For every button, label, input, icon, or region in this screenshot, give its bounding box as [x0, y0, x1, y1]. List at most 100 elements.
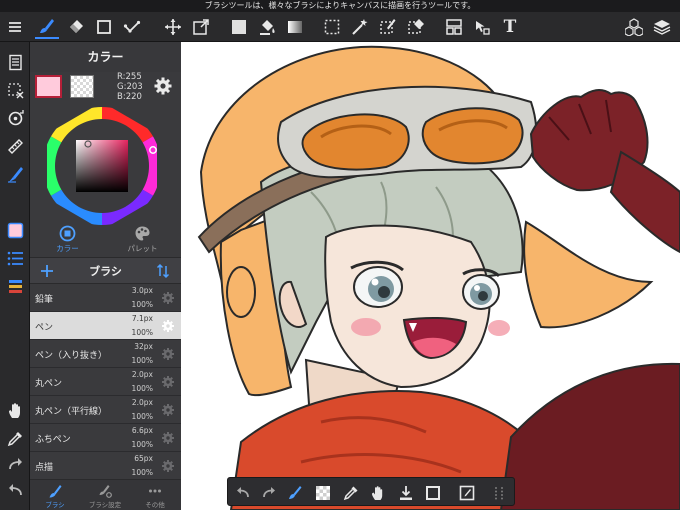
- text-tool-button[interactable]: T: [498, 15, 522, 39]
- brush-tool-button[interactable]: [35, 15, 59, 39]
- fill-color-button[interactable]: [227, 15, 251, 39]
- gradient-tool-button[interactable]: [283, 15, 307, 39]
- quick-shape-button[interactable]: [422, 482, 444, 503]
- color-brush-panel: カラー R:255 G:203 B:220 カラー パレット ブラシ 鉛筆 3.…: [30, 42, 181, 510]
- quick-undo-button[interactable]: [232, 482, 254, 503]
- more-icon: [149, 489, 161, 492]
- tab-color-label: カラー: [56, 244, 79, 253]
- eyedropper-button[interactable]: [3, 426, 27, 450]
- eraser-tool-button[interactable]: [64, 15, 88, 39]
- deselect-icon: [7, 82, 23, 98]
- quick-hand-button[interactable]: [367, 482, 389, 503]
- frame-tool-button[interactable]: [442, 15, 466, 39]
- brush-settings-icon: [99, 484, 112, 498]
- brush-settings-gear-icon[interactable]: [161, 459, 175, 473]
- polyline-icon: [123, 20, 141, 33]
- move-icon: [165, 19, 181, 35]
- brush-opacity: 100%: [131, 468, 153, 477]
- brush-icon: [49, 484, 62, 497]
- quick-eyedropper-button[interactable]: [340, 482, 362, 503]
- primary-color-swatch[interactable]: [35, 75, 62, 98]
- quick-color-swatch[interactable]: [312, 482, 334, 503]
- bucket-icon: [260, 20, 275, 35]
- brush-item-round-pen-parallel[interactable]: 丸ペン（平行線） 2.0px 100%: [30, 396, 181, 424]
- rectangle-tool-button[interactable]: [92, 15, 116, 39]
- brush-item-stipple[interactable]: 点描 65px 100%: [30, 452, 181, 479]
- ruler-button[interactable]: [3, 134, 27, 158]
- rotate-view-button[interactable]: [3, 106, 27, 130]
- transform-tool-button[interactable]: [189, 15, 213, 39]
- brush-opacity: 100%: [131, 440, 153, 449]
- brush-name: 丸ペン: [35, 379, 63, 389]
- select-eraser-icon: [408, 19, 424, 34]
- fill-color-icon: [232, 20, 246, 34]
- transparent-swatch-icon: [316, 485, 330, 500]
- ruler-icon: [7, 138, 23, 154]
- current-color-button[interactable]: [3, 218, 27, 242]
- layer-stack-icon: [8, 279, 22, 293]
- brush-settings-gear-icon[interactable]: [161, 291, 175, 305]
- brush-name: ペン（入り抜き）: [35, 351, 108, 361]
- brush-list: 鉛筆 3.0px 100% ペン 7.1px 100% ペン（入り抜き） 32p…: [30, 284, 181, 479]
- drawing-canvas[interactable]: [181, 42, 680, 510]
- status-message: ブラシツールは、様々なブラシによりキャンバスに描画を行うツールです。: [0, 0, 680, 12]
- tab-brush[interactable]: ブラシ: [30, 482, 80, 510]
- brush-settings-gear-icon[interactable]: [161, 347, 175, 361]
- color-wheel[interactable]: [43, 107, 161, 225]
- brush-item-round-pen[interactable]: 丸ペン 2.0px 100%: [30, 368, 181, 396]
- brush-panel-toggle[interactable]: [3, 246, 27, 270]
- brush-list-icon: [7, 251, 23, 265]
- brush-item-pen-taper[interactable]: ペン（入り抜き） 32px 100%: [30, 340, 181, 368]
- polyline-tool-button[interactable]: [120, 15, 144, 39]
- magic-wand-tool-button[interactable]: [348, 15, 372, 39]
- select-eraser-tool-button[interactable]: [404, 15, 428, 39]
- transparent-color-swatch[interactable]: [70, 75, 94, 98]
- magic-wand-icon: [352, 19, 368, 35]
- brush-icon: [40, 19, 54, 33]
- quick-redo-button[interactable]: [258, 482, 280, 503]
- brush-name: 点描: [35, 463, 54, 473]
- layer-panel-toggle[interactable]: [3, 274, 27, 298]
- quick-bar-grip[interactable]: [488, 482, 510, 503]
- move-tool-button[interactable]: [161, 15, 185, 39]
- hand-tool-button[interactable]: [3, 398, 27, 422]
- tab-brush-settings[interactable]: ブラシ設定: [80, 482, 130, 510]
- quick-edit-button[interactable]: [456, 482, 478, 503]
- brush-settings-gear-icon[interactable]: [161, 403, 175, 417]
- select-rect-tool-button[interactable]: [320, 15, 344, 39]
- layers-button[interactable]: [650, 15, 674, 39]
- document-button[interactable]: [3, 50, 27, 74]
- medibang-app: ブラシツールは、様々なブラシによりキャンバスに描画を行うツールです。 T カラー…: [0, 0, 680, 510]
- brush-size: 6.6px: [131, 426, 153, 435]
- red-value: R:255: [117, 72, 142, 82]
- brush-settings-gear-icon[interactable]: [161, 375, 175, 389]
- menu-icon[interactable]: [3, 15, 27, 39]
- quick-brush-button[interactable]: [284, 482, 306, 503]
- color-settings-gear-icon[interactable]: [153, 76, 173, 96]
- document-icon: [8, 54, 22, 70]
- quick-save-button[interactable]: [395, 482, 417, 503]
- redo-icon: [8, 457, 22, 469]
- color-panel-title: カラー: [30, 42, 181, 72]
- transform-icon: [193, 19, 209, 35]
- brush-size: 7.1px: [131, 314, 153, 323]
- tab-palette[interactable]: パレット: [105, 222, 180, 257]
- brush-settings-gear-icon[interactable]: [161, 431, 175, 445]
- brush-settings-gear-icon[interactable]: [161, 319, 175, 333]
- brush-item-pen[interactable]: ペン 7.1px 100%: [30, 312, 181, 340]
- redo-button[interactable]: [3, 452, 27, 476]
- snap-button[interactable]: [3, 162, 27, 186]
- select-pen-tool-button[interactable]: [376, 15, 400, 39]
- brush-item-edge-pen[interactable]: ふちペン 6.6px 100%: [30, 424, 181, 452]
- blue-value: B:220: [117, 92, 142, 102]
- material-button[interactable]: [622, 15, 646, 39]
- tab-more[interactable]: その他: [130, 482, 180, 510]
- bucket-tool-button[interactable]: [255, 15, 279, 39]
- tab-color[interactable]: カラー: [30, 222, 105, 257]
- undo-button[interactable]: [3, 478, 27, 502]
- deselect-button[interactable]: [3, 78, 27, 102]
- brush-item-pencil[interactable]: 鉛筆 3.0px 100%: [30, 284, 181, 312]
- sort-brush-icon[interactable]: [155, 263, 171, 279]
- material-icon: [625, 18, 643, 36]
- operation-tool-button[interactable]: [470, 15, 494, 39]
